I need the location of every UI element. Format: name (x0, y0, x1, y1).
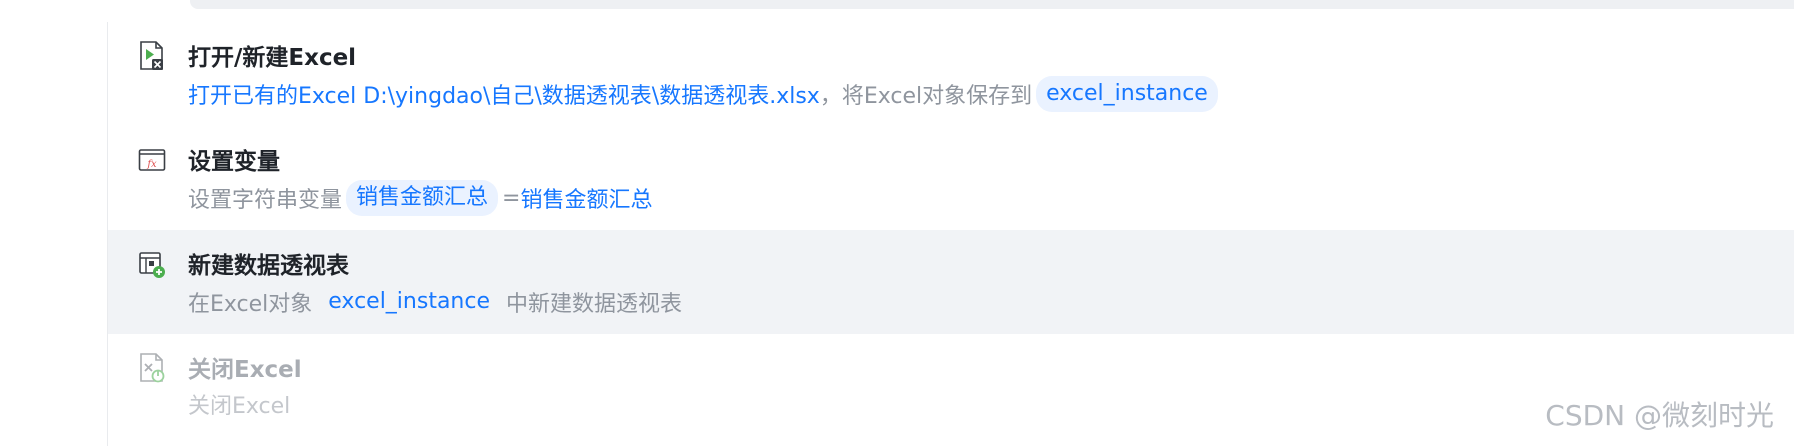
step-desc-text: 在Excel对象 (188, 292, 313, 317)
flow-step-open-excel[interactable]: 打开/新建Excel 打开已有的Excel D:\yingdao\自己\数据透视… (108, 22, 1794, 126)
excel-close-icon (138, 352, 166, 384)
top-scroll-area (190, 0, 1794, 9)
flow-step-set-variable[interactable]: fx 设置变量 设置字符串变量 销售金额汇总 = 销售金额汇总 (108, 126, 1794, 230)
step-desc-text: ，将Excel对象保存到 (819, 84, 1033, 109)
step-description: 在Excel对象 excel_instance 中新建数据透视表 (188, 284, 682, 320)
step-desc-text: 中新建数据透视表 (506, 292, 683, 317)
excel-file-path: 打开已有的Excel D:\yingdao\自己\数据透视表\数据透视表.xls… (188, 84, 820, 109)
equals-sign: = (502, 185, 521, 211)
pivot-table-add-icon (138, 248, 166, 280)
function-fx-icon: fx (138, 144, 166, 176)
step-description: 打开已有的Excel D:\yingdao\自己\数据透视表\数据透视表.xls… (188, 76, 1222, 112)
variable-value: 销售金额汇总 (520, 188, 653, 213)
flow-step-new-pivot-table[interactable]: 新建数据透视表 在Excel对象 excel_instance 中新建数据透视表 (108, 230, 1794, 334)
flow-step-close-excel[interactable]: 关闭Excel 关闭Excel (108, 334, 1794, 438)
step-title: 设置变量 (188, 149, 280, 175)
step-description: 关闭Excel (188, 388, 290, 420)
variable-chip-sales-total[interactable]: 销售金额汇总 (346, 180, 499, 216)
flow-editor-canvas: 打开/新建Excel 打开已有的Excel D:\yingdao\自己\数据透视… (0, 0, 1794, 446)
watermark: CSDN @微刻时光 (1545, 399, 1774, 432)
step-desc-text: 设置字符串变量 (188, 188, 343, 213)
step-description: 设置字符串变量 销售金额汇总 = 销售金额汇总 (188, 180, 652, 216)
variable-chip-excel-instance[interactable]: excel_instance (318, 284, 500, 320)
svg-text:fx: fx (146, 159, 157, 170)
excel-open-icon (138, 40, 166, 72)
step-title: 关闭Excel (188, 357, 302, 383)
step-title: 打开/新建Excel (188, 45, 357, 71)
step-title: 新建数据透视表 (188, 253, 349, 279)
step-desc-text: 关闭Excel (188, 394, 291, 419)
variable-chip-excel-instance[interactable]: excel_instance (1036, 76, 1218, 112)
